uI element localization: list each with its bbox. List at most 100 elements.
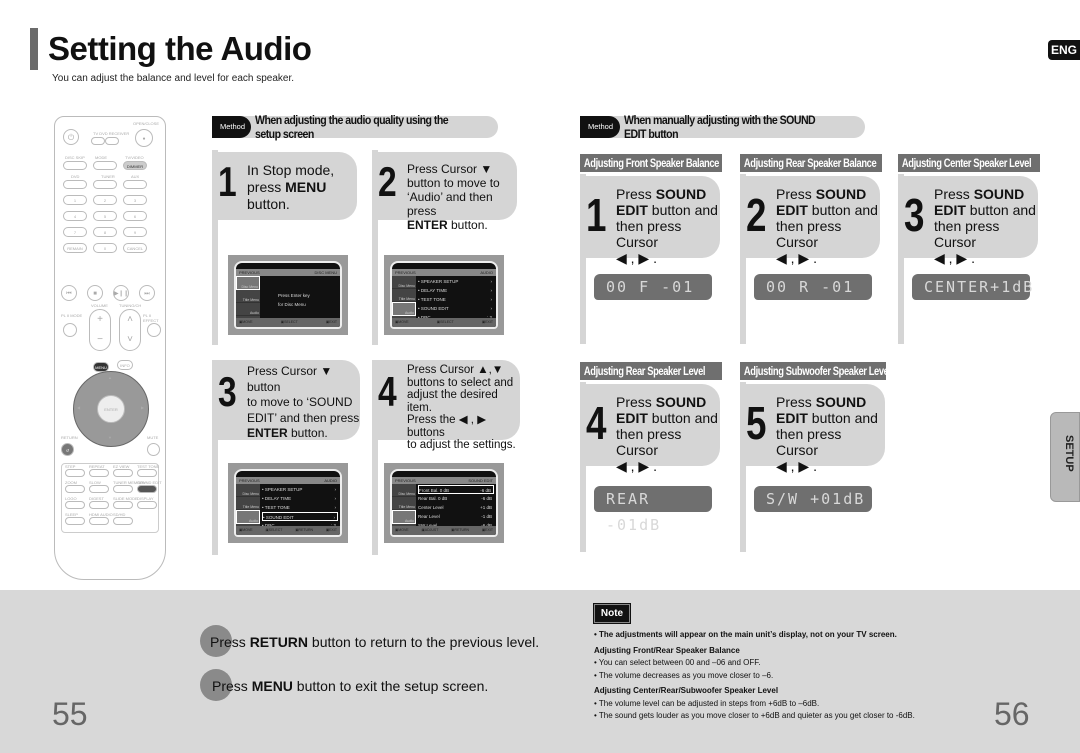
note-heading: Adjusting Center/Rear/Subwoofer Speaker … xyxy=(594,686,779,695)
tv-side-item: Audio xyxy=(236,303,260,316)
tv-menu-body: • SPEAKER SETUP › • DELAY TIME › • TEST TONE… xyxy=(262,485,338,535)
step-number: 2 xyxy=(746,189,766,241)
step-card: 3 Press SOUND EDIT button and then press Cu… xyxy=(898,176,1038,266)
front-panel-display: REAR -01dB xyxy=(594,486,712,534)
tv-screen-illustration: PREVIOUS SOUND EDIT Disc Menu Title Menu Aud… xyxy=(384,463,504,543)
remote-function-button xyxy=(137,469,157,477)
remote-keypad-button: REMAIN xyxy=(63,243,87,253)
tv-screen-footer: ▣MOVE ▣SELECT ▣RETURN ▣EXIT xyxy=(236,526,340,535)
tv-screen-header: PREVIOUS AUDIO xyxy=(236,477,340,484)
tv-menu-row: • DELAY TIME › xyxy=(262,494,338,503)
remote-up-arrow: ▲ xyxy=(108,375,112,380)
remote-keypad-button: 1 xyxy=(63,195,87,205)
tv-side-menu: Disc MenuTitle MenuAudioSetup xyxy=(236,276,260,327)
tv-row-value: › xyxy=(490,288,493,293)
tip-return: Press RETURN button to return to the pre… xyxy=(210,634,540,650)
title-accent-bar xyxy=(30,28,38,70)
step-instructions: Press Cursor ▼ button to move to ‘SOUND ED… xyxy=(247,364,360,440)
tv-menu-row: Press Enter key xyxy=(278,291,338,300)
remote-transport-button: ▶❙❙ xyxy=(113,285,129,301)
section-header-text: Adjusting Front Speaker Balance xyxy=(583,156,720,170)
remote-keypad-button: 7 xyxy=(63,227,87,237)
remote-enter-button: ENTER xyxy=(97,395,125,423)
remote-button xyxy=(123,180,147,189)
remote-function-button xyxy=(113,517,133,525)
tv-footer-item: ▣MOVE xyxy=(239,528,253,532)
remote-label: PL II EFFECT xyxy=(143,313,159,323)
tv-row-value: › xyxy=(334,496,337,501)
tv-side-item: Title Menu xyxy=(236,497,260,510)
method1-label: Method 1 When adjusting the audio qualit… xyxy=(212,113,498,153)
step-card: 3 Press Cursor ▼ button to move to ‘SOUND E… xyxy=(212,360,360,440)
remote-keypad-button: 9 xyxy=(123,227,147,237)
tv-footer-item: ▣SELECT xyxy=(265,528,283,532)
tv-header-left: PREVIOUS xyxy=(395,478,416,483)
remote-tuning-rocker: ˄ ˅ xyxy=(119,309,141,351)
remote-keypad-button: 6 xyxy=(123,211,147,221)
remote-button: DIMMER xyxy=(123,161,147,170)
note-lead: • The adjustments will appear on the mai… xyxy=(594,630,897,639)
tv-row-value: -6 dB xyxy=(480,488,491,493)
tv-screen-footer: ▣MOVE ▣ADJUST ▣RETURN ▣EXIT xyxy=(392,526,496,535)
tv-header-left: PREVIOUS xyxy=(395,270,416,275)
tv-screen: PREVIOUS AUDIO Disc MenuTitle MenuAudioSet… xyxy=(390,261,498,329)
tv-screen-illustration: PREVIOUS DISC MENU Disc Menu Title Menu Audi… xyxy=(228,255,348,335)
section-header: Adjusting Front Speaker Balance xyxy=(580,154,722,172)
tv-side-item: Disc Menu xyxy=(236,484,260,497)
step-instructions: Press SOUND EDIT button and then press Cur… xyxy=(776,186,878,266)
tv-row-value: › xyxy=(490,306,493,311)
tv-header-left: PREVIOUS xyxy=(239,270,260,275)
remote-keypad-button: 4 xyxy=(63,211,87,221)
remote-info-button: INFO xyxy=(117,360,133,370)
method1-badge: Method 1 xyxy=(212,116,252,153)
tv-row-value: › xyxy=(490,279,493,284)
tv-footer-item: ▣RETURN xyxy=(295,528,314,532)
note-item: • The sound gets louder as you move clos… xyxy=(594,711,915,720)
tv-menu-row: • SOUND EDIT › xyxy=(418,304,494,313)
tv-header-left: PREVIOUS xyxy=(239,478,260,483)
remote-transport-button: ■ xyxy=(87,285,103,301)
step-card: 4 Press Cursor ▲,▼ buttons to select and ad… xyxy=(372,360,520,451)
step-card: 4 Press SOUND EDIT button and then press Cu… xyxy=(580,384,720,474)
remote-label: DVD xyxy=(71,174,80,179)
remote-label: TV DVD RECEIVER xyxy=(93,131,130,136)
remote-tv-switch xyxy=(91,137,105,145)
note-item: • The volume decreases as you move close… xyxy=(594,670,774,680)
setup-tab-label: SETUP xyxy=(1063,435,1075,472)
front-panel-display: 00 R -01 xyxy=(754,274,872,300)
remote-function-button xyxy=(65,501,85,509)
tv-row-label: • TEST TONE xyxy=(262,505,290,510)
remote-open-close-button: ● xyxy=(135,129,153,147)
tv-footer-item: ▣MOVE xyxy=(395,528,409,532)
tv-screen: PREVIOUS DISC MENU Disc Menu Title Menu Audi… xyxy=(234,261,342,329)
tv-side-item: Title Menu xyxy=(236,290,260,303)
tv-row-label: • DELAY TIME xyxy=(262,496,292,501)
tv-menu-row: for Disc Menu xyxy=(278,300,338,309)
tv-screen: PREVIOUS SOUND EDIT Disc Menu Title Menu Aud… xyxy=(390,469,498,537)
tv-screen-illustration: PREVIOUS AUDIO Disc MenuTitle MenuAudioSet… xyxy=(228,463,348,543)
remote-button xyxy=(93,180,117,189)
section-header-text: Adjusting Subwoofer Speaker Level xyxy=(743,364,886,378)
tv-row-value: › xyxy=(490,297,493,302)
tv-footer-item: ▣SELECT xyxy=(436,320,454,324)
step-instructions: Press SOUND EDIT button and then press Cur… xyxy=(616,186,718,266)
tv-screen-header: PREVIOUS DISC MENU xyxy=(236,269,340,276)
tv-menu-row: Rear Bal. 0 dB -6 dB xyxy=(418,494,494,503)
tv-menu-row: Rear Level -1 dB xyxy=(418,512,494,521)
tv-side-item: Disc Menu xyxy=(392,484,416,497)
tip-menu: Press MENU button to exit the setup scre… xyxy=(212,678,489,694)
remote-label: RETURN xyxy=(61,435,78,440)
remote-function-button xyxy=(65,517,85,525)
tv-header-right: SOUND EDIT xyxy=(468,478,493,483)
tv-screen-footer: ▣MOVE ▣SELECT ▣EXIT xyxy=(392,318,496,327)
remote-left-arrow: ◀ xyxy=(77,405,81,410)
remote-function-button xyxy=(137,501,157,509)
step-card: 2 Press SOUND EDIT button and then press Cu… xyxy=(740,176,880,266)
tv-footer-item: ▣EXIT xyxy=(481,528,493,532)
tv-row-label: • SPEAKER SETUP xyxy=(262,487,303,492)
tv-row-value: › xyxy=(333,515,336,520)
page-title: Setting the Audio xyxy=(48,30,312,67)
step-number: 4 xyxy=(378,368,397,415)
remote-function-button xyxy=(65,485,85,493)
method2-badge: Method 2 xyxy=(580,116,620,153)
